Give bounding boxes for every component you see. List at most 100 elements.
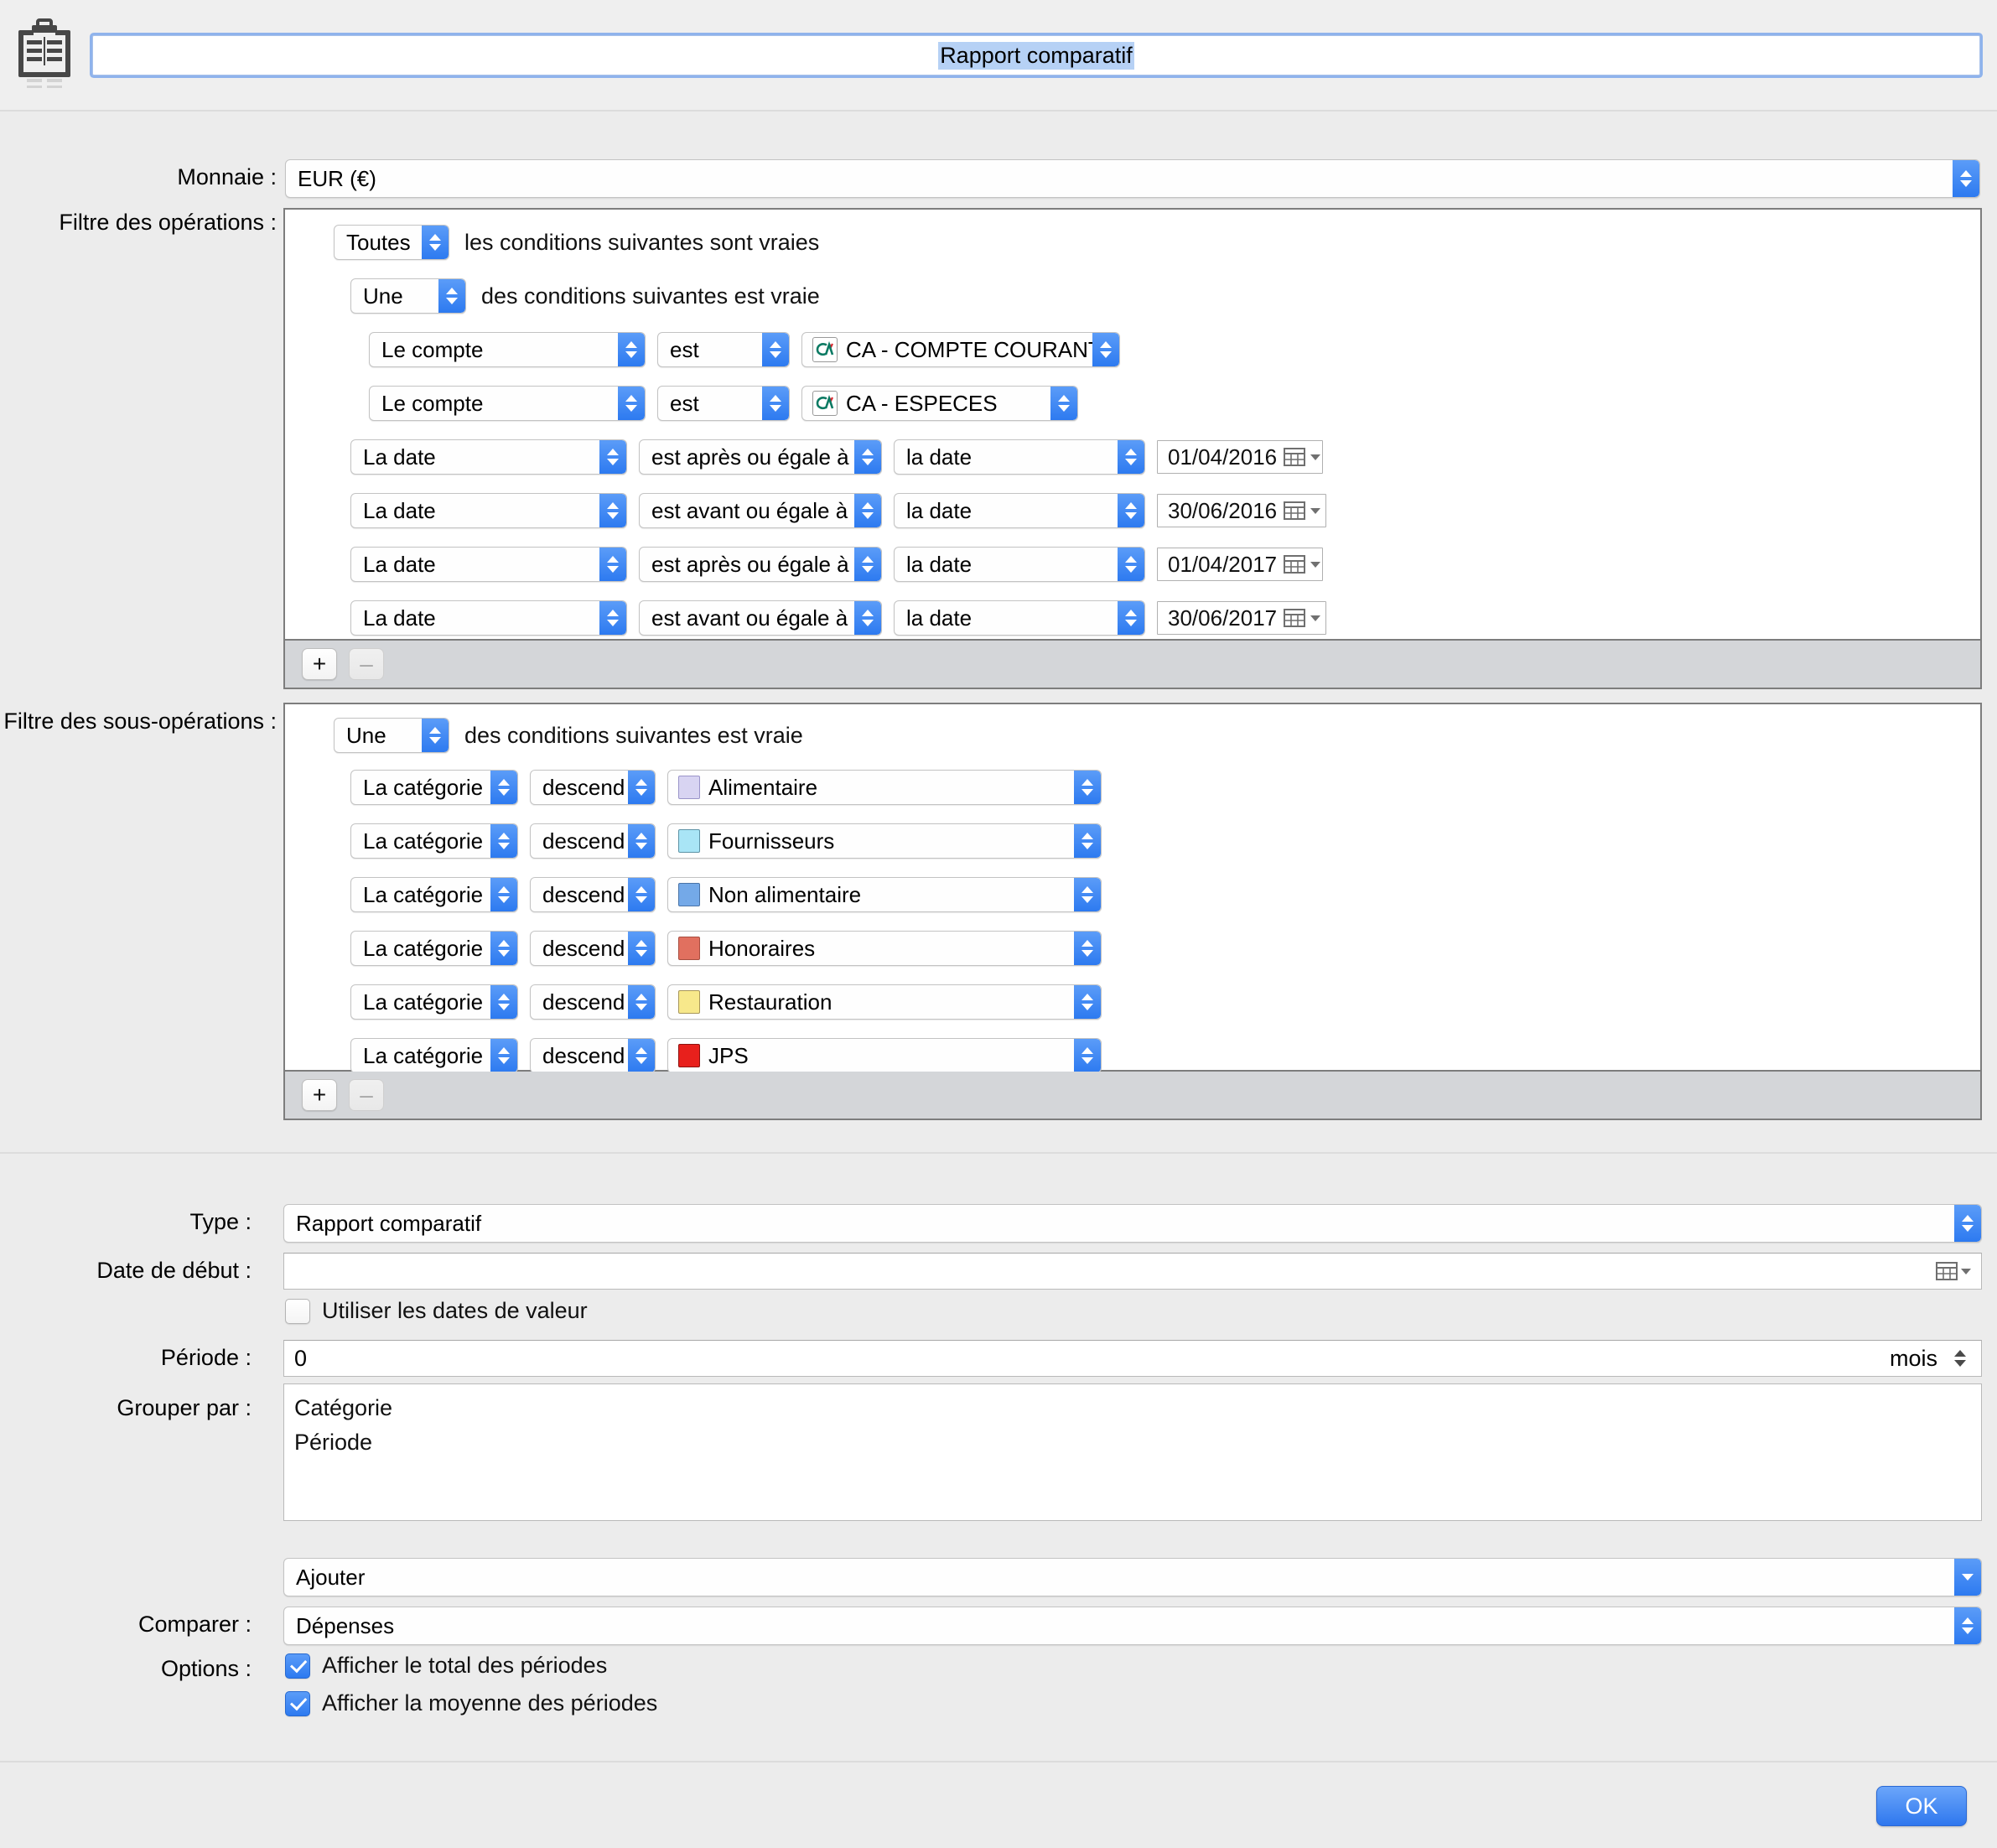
date-mode-popup-2[interactable]: la date [894,547,1145,582]
chevron-updown-icon[interactable] [1954,1607,1981,1644]
category-value-popup-5[interactable]: JPS [667,1038,1102,1073]
compare-popup[interactable]: Dépenses [283,1607,1982,1645]
category-operator-popup-0[interactable]: descend de [530,770,656,805]
chevron-updown-icon[interactable] [599,548,626,581]
category-operator-popup-3[interactable]: descend de [530,931,656,966]
category-value-popup-4[interactable]: Restauration [667,984,1102,1020]
period-input[interactable]: 0 mois [283,1340,1982,1377]
account-operator-popup-0[interactable]: est [657,332,790,367]
chevron-updown-icon[interactable] [599,494,626,527]
chevron-updown-icon[interactable] [1074,878,1101,911]
category-value-popup-2[interactable]: Non alimentaire [667,877,1102,912]
list-item[interactable]: Période [294,1425,1971,1460]
category-value-popup-0[interactable]: Alimentaire [667,770,1102,805]
chevron-updown-icon[interactable] [1949,1350,1971,1367]
category-field-popup-0[interactable]: La catégorie [350,770,518,805]
chevron-updown-icon[interactable] [1074,771,1101,804]
chevron-updown-icon[interactable] [628,771,655,804]
account-value-popup-0[interactable]: CA - COMPTE COURANT [801,332,1120,367]
suboperations-quantifier-popup[interactable]: Une [334,718,449,753]
chevron-updown-icon[interactable] [490,771,517,804]
category-value-popup-3[interactable]: Honoraires [667,931,1102,966]
category-field-popup-2[interactable]: La catégorie [350,877,518,912]
operations-root-quantifier-popup[interactable]: Toutes [334,225,449,260]
chevron-updown-icon[interactable] [490,824,517,858]
option-show-period-total-checkbox[interactable] [285,1653,310,1679]
chevron-updown-icon[interactable] [1118,548,1144,581]
chevron-down-icon[interactable] [1310,454,1321,460]
chevron-updown-icon[interactable] [628,932,655,965]
chevron-updown-icon[interactable] [628,985,655,1019]
date-field-popup-1[interactable]: La date [350,493,627,528]
date-mode-popup-0[interactable]: la date [894,439,1145,475]
chevron-updown-icon[interactable] [1074,985,1101,1019]
date-input-2[interactable]: 01/04/2017 [1157,548,1323,581]
chevron-updown-icon[interactable] [599,601,626,635]
option-show-period-average-checkbox[interactable] [285,1690,310,1716]
category-field-popup-5[interactable]: La catégorie [350,1038,518,1073]
use-value-dates-row[interactable]: Utiliser les dates de valeur [285,1298,588,1324]
group-by-add-popup[interactable]: Ajouter [283,1558,1982,1596]
chevron-updown-icon[interactable] [1074,932,1101,965]
ok-button[interactable]: OK [1876,1786,1967,1826]
account-operator-popup-1[interactable]: est [657,386,790,421]
add-subop-condition-button[interactable]: + [302,1079,337,1111]
category-operator-popup-2[interactable]: descend de [530,877,656,912]
chevron-updown-icon[interactable] [854,548,881,581]
calendar-icon[interactable] [1284,501,1306,521]
type-popup[interactable]: Rapport comparatif [283,1204,1982,1243]
group-by-list[interactable]: Catégorie Période [283,1383,1982,1521]
date-field-popup-3[interactable]: La date [350,600,627,636]
chevron-updown-icon[interactable] [422,719,449,752]
category-operator-popup-5[interactable]: descend de [530,1038,656,1073]
chevron-updown-icon[interactable] [422,226,449,259]
chevron-down-icon[interactable] [1310,561,1321,568]
date-operator-popup-1[interactable]: est avant ou égale à [639,493,882,528]
chevron-updown-icon[interactable] [490,878,517,911]
chevron-updown-icon[interactable] [1953,160,1979,197]
chevron-updown-icon[interactable] [1954,1205,1981,1242]
chevron-updown-icon[interactable] [490,1039,517,1072]
add-operation-condition-button[interactable]: + [302,648,337,680]
chevron-updown-icon[interactable] [1118,601,1144,635]
chevron-down-icon[interactable] [1310,615,1321,621]
use-value-dates-checkbox[interactable] [285,1298,310,1324]
date-mode-popup-1[interactable]: la date [894,493,1145,528]
chevron-down-icon[interactable] [1310,507,1321,514]
report-title-input[interactable]: Rapport comparatif [92,35,1980,75]
category-operator-popup-4[interactable]: descend de [530,984,656,1020]
chevron-updown-icon[interactable] [1050,387,1077,420]
account-value-popup-1[interactable]: CA - ESPECES [801,386,1078,421]
date-operator-popup-2[interactable]: est après ou égale à [639,547,882,582]
chevron-updown-icon[interactable] [1074,824,1101,858]
date-operator-popup-3[interactable]: est avant ou égale à [639,600,882,636]
chevron-updown-icon[interactable] [438,279,465,313]
chevron-updown-icon[interactable] [1118,440,1144,474]
category-field-popup-3[interactable]: La catégorie [350,931,518,966]
chevron-updown-icon[interactable] [762,333,789,366]
chevron-updown-icon[interactable] [490,985,517,1019]
chevron-updown-icon[interactable] [618,387,645,420]
date-operator-popup-0[interactable]: est après ou égale à [639,439,882,475]
chevron-updown-icon[interactable] [1118,494,1144,527]
chevron-updown-icon[interactable] [762,387,789,420]
chevron-down-icon[interactable] [1954,1559,1981,1596]
date-mode-popup-3[interactable]: la date [894,600,1145,636]
chevron-updown-icon[interactable] [618,333,645,366]
calendar-icon[interactable] [1284,554,1306,574]
chevron-updown-icon[interactable] [628,878,655,911]
chevron-updown-icon[interactable] [854,494,881,527]
date-field-popup-0[interactable]: La date [350,439,627,475]
chevron-updown-icon[interactable] [1074,1039,1101,1072]
operations-group-quantifier-popup[interactable]: Une [350,278,466,314]
start-date-input[interactable] [283,1253,1982,1290]
calendar-icon[interactable] [1936,1261,1958,1281]
date-field-popup-2[interactable]: La date [350,547,627,582]
account-field-popup-0[interactable]: Le compte [369,332,646,367]
option-show-period-total-row[interactable]: Afficher le total des périodes [285,1653,607,1679]
currency-popup[interactable]: EUR (€) [285,159,1980,198]
chevron-updown-icon[interactable] [628,824,655,858]
chevron-updown-icon[interactable] [628,1039,655,1072]
chevron-updown-icon[interactable] [854,601,881,635]
calendar-icon[interactable] [1284,447,1306,467]
